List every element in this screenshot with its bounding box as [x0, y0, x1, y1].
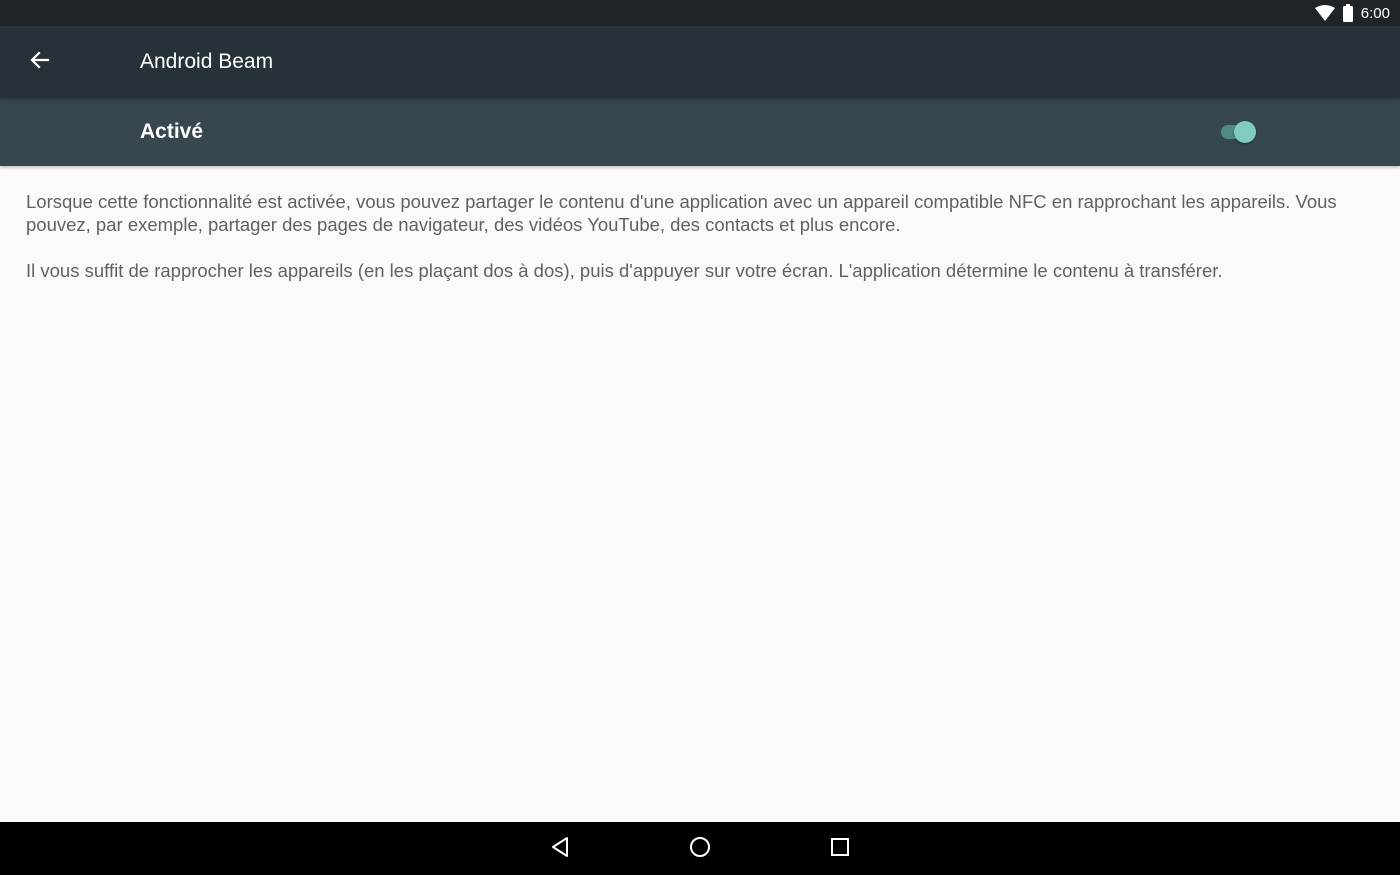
status-clock: 6:00	[1360, 4, 1390, 22]
app-toolbar: Android Beam	[0, 26, 1400, 98]
wifi-icon	[1314, 5, 1335, 21]
navigation-bar	[0, 822, 1400, 875]
switch-label: Activé	[140, 120, 204, 143]
android-beam-toggle[interactable]	[1218, 120, 1260, 144]
nav-recents-button[interactable]	[819, 828, 861, 870]
home-circle-icon	[688, 835, 712, 864]
page-title: Android Beam	[140, 50, 274, 73]
settings-screen: 6:00 Android Beam Activé Lorsque cette f…	[0, 0, 1400, 875]
back-triangle-icon	[549, 835, 571, 864]
master-switch-bar[interactable]: Activé	[0, 98, 1400, 166]
status-bar: 6:00	[0, 0, 1400, 26]
recents-square-icon	[829, 836, 851, 863]
nav-back-button[interactable]	[539, 828, 581, 870]
battery-icon	[1342, 4, 1353, 22]
back-button[interactable]	[16, 38, 64, 86]
arrow-back-icon	[30, 50, 50, 75]
toggle-thumb	[1234, 121, 1256, 143]
description-paragraph-2: Il vous suffit de rapprocher les apparei…	[26, 260, 1223, 281]
nav-home-button[interactable]	[679, 828, 721, 870]
description-paragraph-1: Lorsque cette fonctionnalité est activée…	[26, 191, 1337, 235]
description-content: Lorsque cette fonctionnalité est activée…	[26, 190, 1356, 305]
